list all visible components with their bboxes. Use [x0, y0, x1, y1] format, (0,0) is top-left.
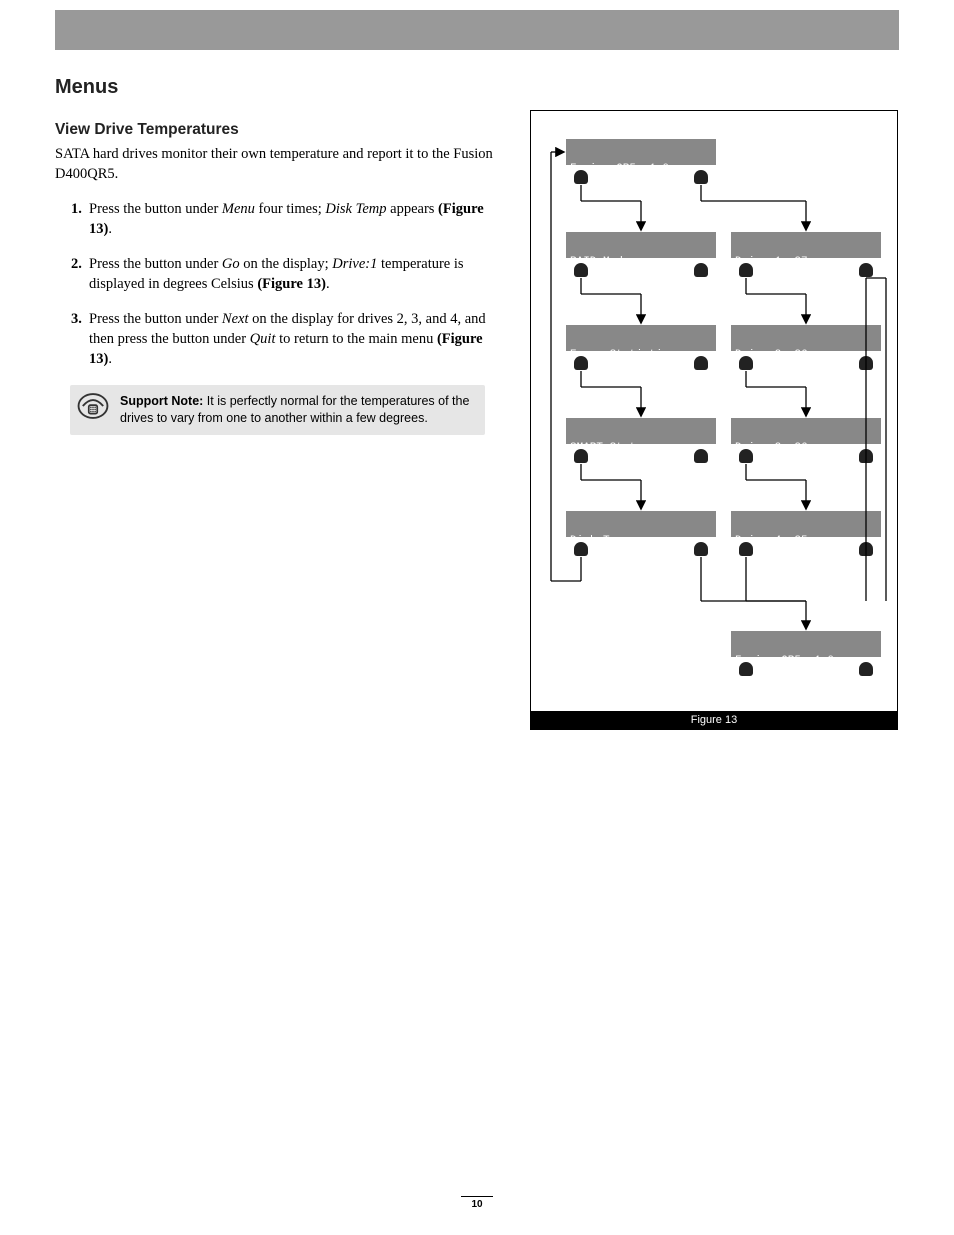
lcd-button-left[interactable] — [739, 263, 753, 277]
button-row — [731, 539, 881, 559]
lcd-line2-left: -Next — [570, 478, 603, 490]
step-text: Press the button under — [89, 201, 222, 217]
button-row — [566, 539, 716, 559]
figure-ref: (Figure 13) — [257, 276, 326, 292]
step-text: Press the button under — [89, 311, 222, 327]
section-heading: Menus — [55, 76, 495, 99]
step-em: Menu — [222, 201, 255, 217]
step-em: Quit — [250, 331, 276, 347]
step-text: appears — [387, 201, 439, 217]
lcd-button-right[interactable] — [694, 263, 708, 277]
lcd-line2-left: -Next — [735, 478, 768, 490]
step-number: 3. — [71, 310, 82, 330]
lcd-button-left[interactable] — [574, 263, 588, 277]
lcd-button-left[interactable] — [739, 356, 753, 370]
lcd-error-stats: Error Statistics -NextGo- — [566, 325, 716, 351]
lcd-button-left[interactable] — [739, 542, 753, 556]
lcd-button-right[interactable] — [859, 356, 873, 370]
lcd-line2-left: -Quit — [570, 571, 603, 583]
lcd-line2-left: -Quit — [735, 571, 768, 583]
button-row — [731, 659, 881, 679]
lcd-drive3: Drive:3: 36 -Next — [731, 418, 881, 444]
step-em: Disk Temp — [325, 201, 386, 217]
step-3: 3. Press the button under Next on the di… — [75, 310, 495, 369]
lcd-button-right[interactable] — [694, 449, 708, 463]
lcd-disk-temp: Disk Temp -QuitGo- — [566, 511, 716, 537]
button-row — [731, 353, 881, 373]
lcd-button-left[interactable] — [574, 170, 588, 184]
lcd-button-left[interactable] — [574, 356, 588, 370]
step-em: Go — [222, 256, 240, 272]
lcd-top: Fusion QR5 v1.0 -Menu — [566, 139, 716, 165]
lcd-drive2: Drive:2: 36 -Next — [731, 325, 881, 351]
lcd-button-right[interactable] — [859, 542, 873, 556]
lcd-drive4: Drive:4: 35 -Quit — [731, 511, 881, 537]
figure-caption: Figure 13 — [531, 711, 897, 729]
step-em: Drive:1 — [332, 256, 377, 272]
button-row — [731, 260, 881, 280]
support-note: Support Note: It is perfectly normal for… — [70, 385, 485, 435]
step-1: 1. Press the button under Menu four time… — [75, 200, 495, 239]
lcd-button-right[interactable] — [694, 542, 708, 556]
lcd-line2-right: Go- — [692, 292, 712, 304]
step-text: on the display; — [240, 256, 333, 272]
lcd-button-right[interactable] — [694, 356, 708, 370]
lcd-button-left[interactable] — [739, 449, 753, 463]
step-text: to return to the main menu — [275, 331, 436, 347]
note-label: Support Note: — [120, 394, 203, 408]
lcd-button-left[interactable] — [574, 542, 588, 556]
button-row — [566, 167, 716, 187]
lcd-line2-right: Go- — [692, 478, 712, 490]
lcd-button-left[interactable] — [574, 449, 588, 463]
lcd-line2-right: Go- — [692, 385, 712, 397]
lcd-end: Fusion QR5 v1.0 -Menu — [731, 631, 881, 657]
lcd-button-right[interactable] — [859, 449, 873, 463]
step-text: . — [108, 351, 112, 367]
button-row — [566, 353, 716, 373]
step-em: Next — [222, 311, 249, 327]
lcd-line2-left: -Next — [570, 292, 603, 304]
figure-13: Fusion QR5 v1.0 -Menu RAID Mode -NextGo-… — [530, 110, 898, 730]
step-text: Press the button under — [89, 256, 222, 272]
intro-paragraph: SATA hard drives monitor their own tempe… — [55, 145, 495, 184]
lcd-line2-left: -Menu — [570, 199, 603, 211]
lcd-line2-left: -Next — [570, 385, 603, 397]
lcd-button-right[interactable] — [859, 662, 873, 676]
button-row — [731, 446, 881, 466]
step-text: . — [326, 276, 330, 292]
support-phone-icon — [76, 389, 110, 423]
lcd-drive1: Drive:1: 37 -Next — [731, 232, 881, 258]
subsection-heading: View Drive Temperatures — [55, 121, 495, 139]
step-text: . — [108, 221, 112, 237]
main-text-column: Menus View Drive Temperatures SATA hard … — [55, 76, 495, 435]
page-number: 10 — [0, 1199, 954, 1210]
button-row — [566, 446, 716, 466]
lcd-raid-mode: RAID Mode -NextGo- — [566, 232, 716, 258]
step-number: 1. — [71, 200, 82, 220]
lcd-line2-left: -Next — [735, 292, 768, 304]
lcd-button-left[interactable] — [739, 662, 753, 676]
lcd-line2-right: Go- — [692, 571, 712, 583]
button-row — [566, 260, 716, 280]
step-text: four times; — [255, 201, 325, 217]
steps-list: 1. Press the button under Menu four time… — [55, 200, 495, 369]
step-2: 2. Press the button under Go on the disp… — [75, 255, 495, 294]
lcd-button-right[interactable] — [859, 263, 873, 277]
header-bar — [55, 10, 899, 50]
step-number: 2. — [71, 255, 82, 275]
lcd-smart-status: SMART Status -NextGo- — [566, 418, 716, 444]
lcd-line2-left: -Menu — [735, 691, 768, 703]
lcd-button-right[interactable] — [694, 170, 708, 184]
lcd-line2-left: -Next — [735, 385, 768, 397]
